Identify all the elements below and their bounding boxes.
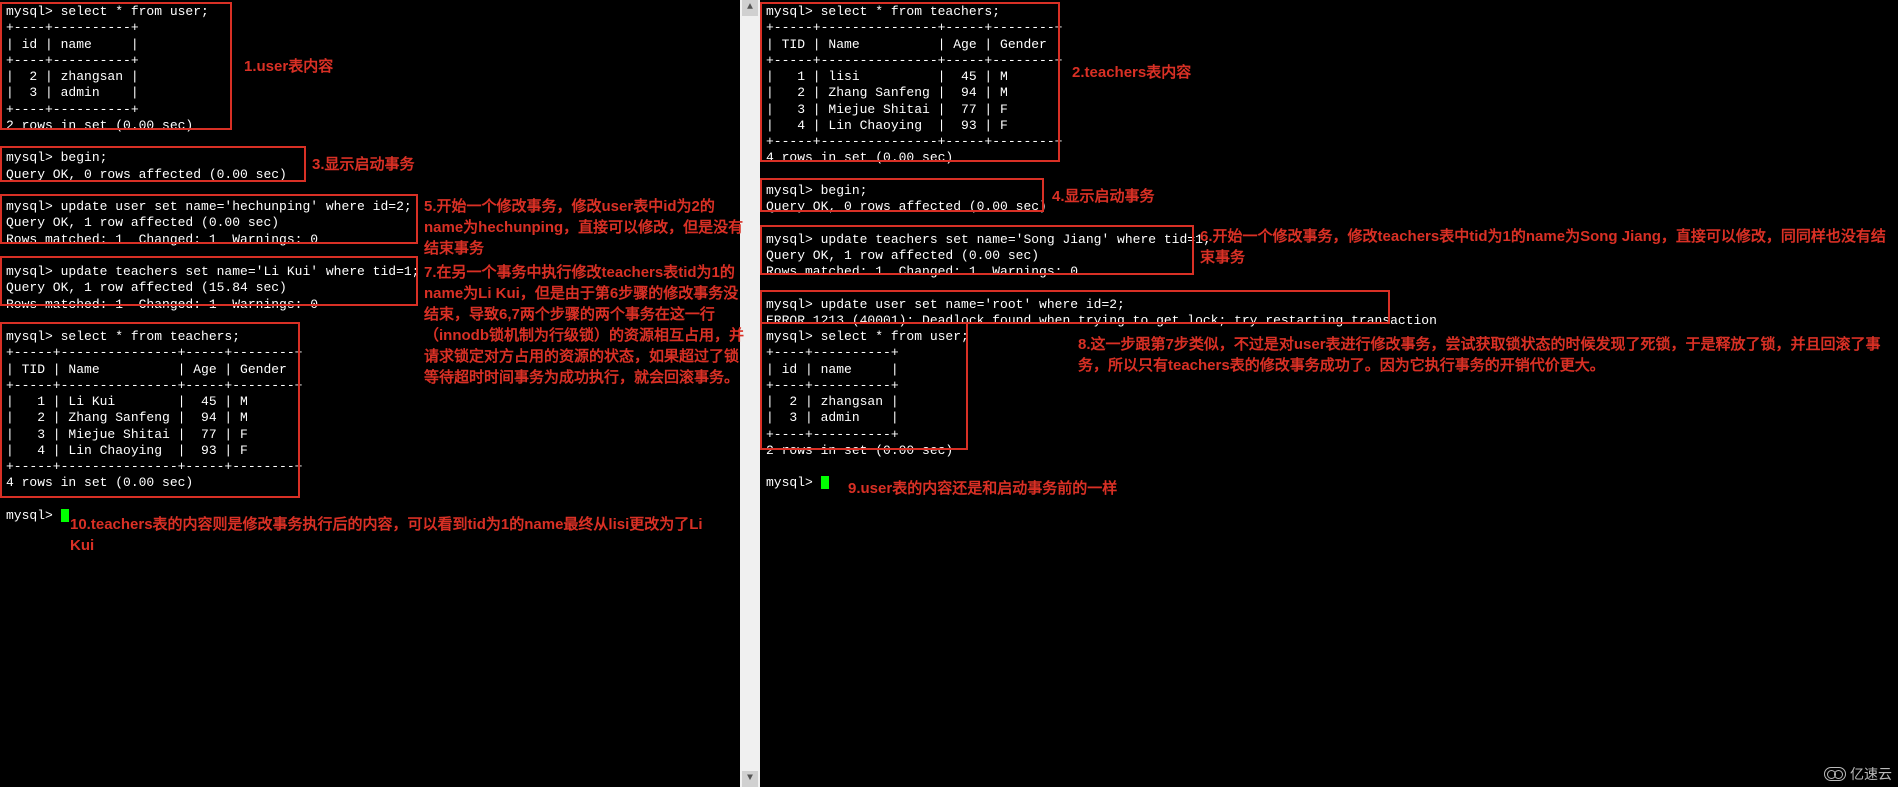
blank — [766, 459, 1892, 475]
table-border: +----+----------+ — [6, 102, 734, 118]
right-terminal-panel: mysql> select * from teachers; +-----+--… — [760, 0, 1898, 787]
watermark-text: 亿速云 — [1850, 766, 1892, 784]
table-row: | 4 | Lin Chaoying | 93 | F | — [766, 118, 1892, 134]
error-line: ERROR 1213 (40001): Deadlock found when … — [766, 313, 1892, 329]
table-row: | 3 | admin | — [766, 410, 1892, 426]
table-border: +----+----------+ — [6, 53, 734, 69]
annotation-9: 9.user表的内容还是和启动事务前的一样 — [848, 478, 1117, 499]
panel-divider-scrollbar[interactable]: ▲ ▼ — [740, 0, 760, 787]
annotation-10: 10.teachers表的内容则是修改事务执行后的内容，可以看到tid为1的na… — [70, 514, 730, 556]
annotation-6: 6.开始一个修改事务，修改teachers表中tid为1的name为Song J… — [1200, 226, 1890, 268]
table-header: | TID | Name | Age | Gender | — [766, 37, 1892, 53]
table-row: | 3 | Miejue Shitai | 77 | F | — [6, 427, 734, 443]
result-summary: 2 rows in set (0.00 sec) — [766, 443, 1892, 459]
sql-update: mysql> update user set name='root' where… — [766, 297, 1892, 313]
table-header: | id | name | — [6, 37, 734, 53]
query-ok: Query OK, 0 rows affected (0.00 sec) — [766, 199, 1892, 215]
watermark: 亿速云 — [1824, 766, 1892, 784]
table-row: | 2 | Zhang Sanfeng | 94 | M | — [6, 410, 734, 426]
cursor-icon — [61, 509, 69, 522]
watermark-logo-icon — [1824, 767, 1846, 781]
table-row: | 2 | zhangsan | — [6, 69, 734, 85]
table-border: +----+----------+ — [766, 427, 1892, 443]
annotation-3: 3.显示启动事务 — [312, 154, 415, 175]
annotation-1: 1.user表内容 — [244, 56, 333, 77]
table-border: +-----+---------------+-----+--------+ — [766, 134, 1892, 150]
sql-query: mysql> select * from user; — [6, 4, 734, 20]
table-border: +----+----------+ — [6, 20, 734, 36]
table-border: +-----+---------------+-----+--------+ — [766, 20, 1892, 36]
table-row: | 4 | Lin Chaoying | 93 | F | — [6, 443, 734, 459]
annotation-5: 5.开始一个修改事务，修改user表中id为2的name为hechunping，… — [424, 196, 744, 259]
sql-query: mysql> select * from teachers; — [766, 4, 1892, 20]
result-summary: 4 rows in set (0.00 sec) — [6, 475, 734, 491]
table-row: | 3 | Miejue Shitai | 77 | F | — [766, 102, 1892, 118]
blank — [6, 492, 734, 508]
blank — [766, 167, 1892, 183]
annotation-2: 2.teachers表内容 — [1072, 62, 1191, 83]
sql-begin: mysql> begin; — [766, 183, 1892, 199]
table-row: | 1 | Li Kui | 45 | M | — [6, 394, 734, 410]
scroll-up-arrow-icon[interactable]: ▲ — [742, 0, 758, 16]
cursor-icon — [821, 476, 829, 489]
blank — [6, 134, 734, 150]
result-summary: 4 rows in set (0.00 sec) — [766, 150, 1892, 166]
table-row: | 1 | lisi | 45 | M | — [766, 69, 1892, 85]
table-row: | 2 | Zhang Sanfeng | 94 | M | — [766, 85, 1892, 101]
table-row: | 3 | admin | — [6, 85, 734, 101]
table-border: +-----+---------------+-----+--------+ — [6, 459, 734, 475]
annotation-4: 4.显示启动事务 — [1052, 186, 1155, 207]
table-border: +-----+---------------+-----+--------+ — [766, 53, 1892, 69]
annotation-8: 8.这一步跟第7步类似，不过是对user表进行修改事务，尝试获取锁状态的时候发现… — [1078, 334, 1888, 376]
left-terminal-panel: mysql> select * from user; +----+-------… — [0, 0, 740, 787]
blank — [766, 280, 1892, 296]
result-summary: 2 rows in set (0.00 sec) — [6, 118, 734, 134]
table-row: | 2 | zhangsan | — [766, 394, 1892, 410]
scroll-down-arrow-icon[interactable]: ▼ — [742, 771, 758, 787]
table-border: +----+----------+ — [766, 378, 1892, 394]
annotation-7: 7.在另一个事务中执行修改teachers表tid为1的name为Li Kui，… — [424, 262, 744, 388]
